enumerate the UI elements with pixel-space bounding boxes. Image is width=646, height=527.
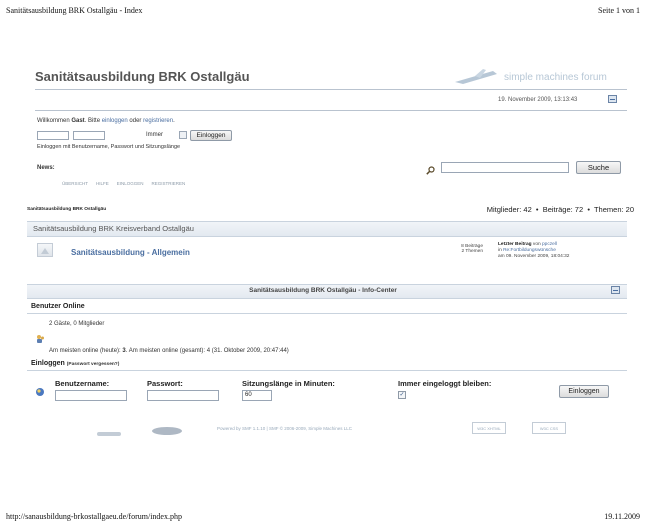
last-post-date: am 09. November 2009, 18:04:32 — [498, 254, 570, 259]
last-post-label: Letzter Beitrag — [498, 242, 532, 247]
menu-item-login[interactable]: EINLOGGEN — [117, 181, 144, 186]
always-logged-in-label: Immer eingeloggt bleiben: — [398, 379, 492, 388]
welcome-guest: Gast — [71, 118, 85, 124]
mysql-logo-icon — [95, 425, 123, 436]
password-label: Passwort: — [147, 379, 183, 388]
w3c-css-badge[interactable]: W3C CSS — [532, 422, 566, 434]
collapse-header-icon[interactable] — [608, 95, 617, 103]
last-post-user-link[interactable]: ppczell — [542, 242, 557, 247]
info-center-title: Sanitätsausbildung BRK Ostallgäu - Info-… — [249, 287, 397, 294]
welcome-mid: . Bitte — [84, 118, 102, 124]
powered-by-text[interactable]: Powered by SMF 1.1.10 | SMF © 2006-2009,… — [217, 426, 352, 431]
category-title[interactable]: Sanitätsausbildung BRK Kreisverband Osta… — [33, 224, 194, 233]
quick-session-select[interactable]: Immer — [146, 132, 163, 138]
login-section-heading: Einloggen (Passwort vergessen?) — [31, 360, 119, 367]
last-post-by: von — [531, 242, 542, 247]
password-input[interactable] — [147, 390, 219, 401]
welcome-or: oder — [127, 118, 144, 124]
smf-logo-text: simple machines forum — [504, 71, 607, 83]
board-name-link[interactable]: Sanitätsausbildung - Allgemein — [71, 248, 190, 257]
smf-logo: simple machines forum — [453, 68, 607, 86]
forum-stats: Mitglieder: 42 • Beiträge: 72 • Themen: … — [486, 205, 634, 214]
users-online-icon — [35, 331, 45, 349]
smf-logo-icon — [455, 69, 497, 84]
session-length-input[interactable]: 60 — [242, 390, 272, 401]
search-icon — [426, 162, 435, 180]
login-link[interactable]: einloggen — [102, 118, 128, 124]
most-online-rest: . Am meisten online (gesamt): 4 (31. Okt… — [125, 348, 289, 354]
board-last-post: Letzter Beitrag von ppczell in Re:Fortbi… — [498, 242, 569, 260]
welcome-text: Willkommen Gast. Bitte einloggen oder re… — [37, 118, 175, 124]
search-button[interactable]: Suche — [576, 161, 621, 174]
quick-session-dropdown-icon[interactable] — [179, 131, 187, 139]
menu-item-register[interactable]: REGISTRIEREN — [152, 181, 186, 186]
login-button[interactable]: Einloggen — [559, 385, 609, 398]
quick-login-button[interactable]: Einloggen — [190, 130, 232, 141]
most-online-text: Am meisten online (heute): 3. Am meisten… — [49, 348, 289, 354]
print-header-title: Sanitätsausbildung BRK Ostallgäu - Index — [6, 6, 143, 15]
guests-members: 2 Gäste, 0 Mitglieder — [49, 321, 105, 327]
menu-item-help[interactable]: HILFE — [96, 181, 109, 186]
username-input[interactable] — [55, 390, 127, 401]
register-link[interactable]: registrieren — [143, 118, 173, 124]
menu-item-overview[interactable]: ÜBERSICHT — [62, 181, 88, 186]
username-label: Benutzername: — [55, 379, 110, 388]
session-length-label: Sitzungslänge in Minuten: — [242, 379, 335, 388]
print-footer-date: 19.11.2009 — [604, 512, 640, 521]
board-status-icon — [37, 243, 53, 257]
forum-title: Sanitätsausbildung BRK Ostallgäu — [35, 69, 250, 84]
breadcrumb[interactable]: Sanitätsausbildung BRK Ostallgäu — [27, 207, 106, 212]
current-datetime: 19. November 2009, 13:13:43 — [498, 97, 578, 103]
users-online-heading: Benutzer Online — [31, 303, 85, 310]
login-heading: Einloggen — [31, 360, 65, 367]
last-post-topic-link[interactable]: Re:Fortbildungswünsche — [503, 248, 556, 253]
php-logo-icon — [150, 423, 184, 435]
login-key-icon — [35, 384, 45, 402]
always-logged-in-checkbox[interactable]: ✓ — [398, 391, 406, 399]
most-online-prefix: Am meisten online (heute): — [49, 348, 123, 354]
quick-username-input[interactable] — [37, 131, 69, 140]
login-hint: Einloggen mit Benutzername, Passwort und… — [37, 144, 181, 150]
board-counts: 8 Beiträge 2 Themen — [445, 244, 483, 254]
search-input[interactable] — [441, 162, 569, 173]
welcome-prefix: Willkommen — [37, 118, 72, 124]
w3c-xhtml-badge[interactable]: W3C XHTML — [472, 422, 506, 434]
print-footer-url: http://sanausbildung-brkostallgaeu.de/fo… — [6, 512, 182, 521]
main-menu: ÜBERSICHT HILFE EINLOGGEN REGISTRIEREN — [62, 181, 185, 186]
board-topics: 2 Themen — [461, 249, 483, 254]
quick-password-input[interactable] — [73, 131, 105, 140]
forgot-password-link[interactable]: (Passwort vergessen?) — [67, 362, 120, 367]
news-label: News: — [37, 165, 55, 171]
print-header-page: Seite 1 von 1 — [598, 6, 640, 15]
welcome-end: . — [173, 118, 175, 124]
collapse-info-center-icon[interactable] — [611, 286, 620, 294]
